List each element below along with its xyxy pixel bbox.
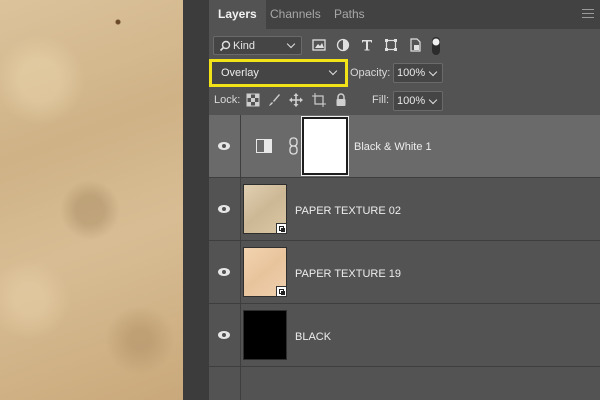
blend-mode-value: Overlay [221,67,259,79]
blend-mode-select[interactable]: Overlay [209,59,348,87]
eye-icon [218,331,230,339]
smart-object-filter-icon[interactable] [407,37,423,53]
layers-panel: Layers Channels Paths Kind Overlay Opaci… [209,0,600,400]
lock-all-icon[interactable] [334,93,348,107]
opacity-input[interactable]: 100% [393,63,443,83]
panel-tab-bar: Layers Channels Paths [209,0,600,29]
link-icon[interactable] [289,137,298,155]
layer-thumbnail [243,247,287,297]
fill-value: 100% [397,95,426,107]
layer-row-paper-texture-02[interactable]: PAPER TEXTURE 02 [209,178,600,241]
tab-channels[interactable]: Channels [261,0,330,29]
eye-icon [218,205,230,213]
chevron-down-icon [328,66,338,76]
lock-label: Lock: [214,94,241,106]
document-canvas-paper-texture[interactable] [0,0,183,400]
opacity-label: Opacity: [350,67,391,79]
filter-toggle-icon[interactable] [431,36,441,56]
adjustment-layer-icon [256,139,272,153]
adjustment-filter-icon[interactable] [335,37,351,53]
search-icon [219,40,231,52]
eye-icon [218,268,230,276]
smart-object-badge-icon [276,223,287,234]
lock-transparent-pixels-icon[interactable] [246,93,260,107]
shape-filter-icon[interactable] [383,37,399,53]
layers-list: Black & White 1 PAPER TEXTURE 02 PAPER T… [209,115,600,400]
lock-position-icon[interactable] [289,93,303,107]
layer-row-paper-texture-19[interactable]: PAPER TEXTURE 19 [209,241,600,304]
empty-layers-area [209,367,241,400]
visibility-toggle[interactable] [209,115,241,177]
layer-mask-thumbnail[interactable] [301,116,349,176]
layer-row-black[interactable]: BLACK [209,304,600,367]
opacity-value: 100% [397,67,426,79]
pixel-filter-icon[interactable] [311,37,327,53]
filter-kind-select[interactable]: Kind [213,36,302,55]
eye-icon [218,142,230,150]
chevron-down-icon [428,67,438,77]
type-filter-icon[interactable] [359,37,375,53]
layer-name: BLACK [295,331,332,343]
smart-object-badge-icon [276,286,287,297]
layer-name: Black & White 1 [354,141,432,153]
visibility-toggle[interactable] [209,178,241,240]
panel-gutter [183,0,209,400]
layer-thumbnail [243,184,287,234]
chevron-down-icon [286,39,296,49]
tab-paths[interactable]: Paths [325,0,374,29]
panel-menu-icon[interactable] [582,9,594,19]
chevron-down-icon [428,95,438,105]
layer-thumbnail [243,310,287,360]
lock-artboard-icon[interactable] [312,93,326,107]
fill-input[interactable]: 100% [393,91,443,111]
lock-image-pixels-icon[interactable] [267,93,281,107]
filter-kind-label: Kind [233,40,256,52]
tab-layers[interactable]: Layers [209,0,266,29]
fill-label: Fill: [372,94,390,106]
visibility-toggle[interactable] [209,241,241,303]
layer-name: PAPER TEXTURE 02 [295,205,401,217]
layer-name: PAPER TEXTURE 19 [295,268,401,280]
layer-row-black-white[interactable]: Black & White 1 [209,115,600,178]
visibility-toggle[interactable] [209,304,241,366]
